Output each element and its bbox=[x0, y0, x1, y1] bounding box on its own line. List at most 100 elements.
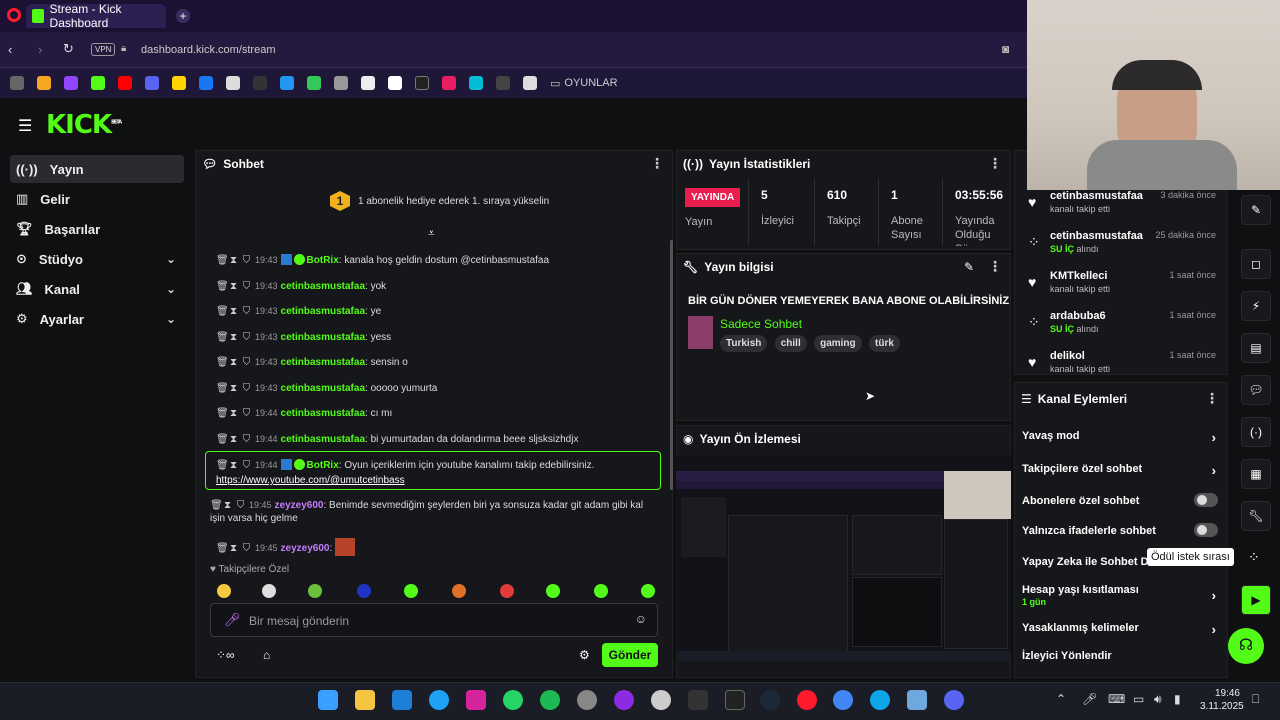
action-raid[interactable]: İzleyici Yönlendir bbox=[1022, 650, 1222, 662]
chat-message[interactable]: 🗑︎⧗ ⛉ 19:43 cetinbasmustafaa: ooooo yumurta bbox=[216, 382, 666, 395]
spotify-icon[interactable] bbox=[540, 690, 560, 710]
kick-logo[interactable]: KICKBETA bbox=[46, 110, 122, 140]
support-button[interactable]: ☊ bbox=[1228, 628, 1264, 664]
microphone-icon[interactable]: 🎤︎ bbox=[1082, 692, 1097, 706]
youtube-icon[interactable] bbox=[118, 76, 132, 90]
battery-icon[interactable]: ▮ bbox=[1174, 692, 1181, 706]
app-icon[interactable] bbox=[577, 690, 597, 710]
emote[interactable] bbox=[308, 584, 322, 598]
epic-games-icon[interactable] bbox=[725, 690, 745, 710]
bookmark-icon[interactable] bbox=[253, 76, 267, 90]
app-icon[interactable] bbox=[651, 690, 671, 710]
bookmark-icon[interactable] bbox=[469, 76, 483, 90]
tray-chevron-icon[interactable]: ⌃ bbox=[1056, 692, 1066, 706]
instagram-icon[interactable] bbox=[466, 690, 486, 710]
tag[interactable]: Turkish bbox=[720, 335, 768, 352]
emote[interactable] bbox=[500, 584, 514, 598]
bookmark-icon[interactable] bbox=[415, 76, 429, 90]
bookmark-icon[interactable] bbox=[388, 76, 402, 90]
settings-icon[interactable]: ⚙︎ bbox=[579, 648, 590, 662]
edit-icon[interactable]: ✎ bbox=[964, 260, 974, 274]
send-button[interactable]: Gönder bbox=[602, 643, 658, 667]
chat-button[interactable]: 💬︎ bbox=[1241, 375, 1271, 405]
notification-icon[interactable]: ⎕ bbox=[1252, 692, 1259, 707]
emote[interactable] bbox=[357, 584, 371, 598]
tag[interactable]: gaming bbox=[814, 335, 862, 352]
action-emotes-only[interactable]: Yalnızca ifadelerle sohbet bbox=[1022, 523, 1222, 537]
facebook-icon[interactable] bbox=[199, 76, 213, 90]
back-icon[interactable]: ‹ bbox=[8, 42, 12, 57]
bookmark-folder[interactable]: ▭ OYUNLAR bbox=[550, 77, 618, 90]
display-icon[interactable]: ▭ bbox=[1133, 692, 1144, 706]
steam-icon[interactable] bbox=[760, 690, 780, 710]
kick-icon[interactable] bbox=[91, 76, 105, 90]
action-account-age[interactable]: Hesap yaşı kısıtlaması 1 gün › bbox=[1022, 584, 1222, 607]
epic-games-icon[interactable] bbox=[688, 690, 708, 710]
reload-icon[interactable]: ↻ bbox=[63, 41, 74, 57]
kebab-menu-icon[interactable]: ⋮ bbox=[1205, 390, 1219, 407]
clock[interactable]: 19:46 3.11.2025 bbox=[1200, 687, 1244, 713]
file-explorer-icon[interactable] bbox=[355, 690, 375, 710]
chat-message[interactable]: 🗑︎⧗ ⛉ 19:44 cetinbasmustafaa: cı mı bbox=[216, 407, 666, 420]
bookmark-icon[interactable] bbox=[280, 76, 294, 90]
bookmark-icon[interactable] bbox=[307, 76, 321, 90]
volume-icon[interactable]: 🔊︎ bbox=[1154, 692, 1162, 707]
tag[interactable]: türk bbox=[869, 335, 900, 352]
emoji-icon[interactable]: ☺ bbox=[635, 612, 647, 626]
app-icon[interactable] bbox=[614, 690, 634, 710]
pin-icon[interactable]: ⩡ bbox=[428, 226, 435, 241]
whatsapp-icon[interactable] bbox=[503, 690, 523, 710]
sidebar-item-basarilar[interactable]: 🏆︎ Başarılar bbox=[10, 215, 184, 243]
action-followers-only[interactable]: Takipçilere özel sohbet › bbox=[1022, 463, 1222, 478]
notes-button[interactable]: ▤ bbox=[1241, 333, 1271, 363]
bookmark-icon[interactable] bbox=[10, 76, 24, 90]
twitter-icon[interactable] bbox=[429, 690, 449, 710]
emote[interactable] bbox=[404, 584, 418, 598]
reward-queue-icon[interactable]: ⁘ bbox=[1248, 549, 1260, 566]
chat-message[interactable]: 🗑︎⧗ ⛉ 19:43 cetinbasmustafaa: yess bbox=[216, 331, 666, 344]
stream-preview-video[interactable] bbox=[676, 455, 1011, 661]
tag[interactable]: chill bbox=[774, 335, 807, 352]
action-banned-words[interactable]: Yasaklanmış kelimeler › bbox=[1022, 622, 1222, 637]
store-icon[interactable]: ⌂ bbox=[263, 648, 270, 662]
emote[interactable] bbox=[546, 584, 560, 598]
hamburger-menu-icon[interactable]: ☰ bbox=[18, 116, 32, 136]
edit-button[interactable]: ✎ bbox=[1241, 195, 1271, 225]
bookmark-icon[interactable] bbox=[334, 76, 348, 90]
chat-message[interactable]: 🗑︎⧗ ⛉ 19:43 cetinbasmustafaa: sensin o bbox=[216, 356, 666, 369]
opera-logo-icon[interactable] bbox=[7, 8, 21, 22]
chat-message[interactable]: 🗑︎⧗ ⛉ 19:44 cetinbasmustafaa: bi yumurtadan… bbox=[216, 433, 666, 446]
microphone-icon[interactable]: 🎤︎ bbox=[224, 612, 241, 628]
toggle-switch[interactable] bbox=[1194, 493, 1218, 507]
emote[interactable] bbox=[594, 584, 608, 598]
sidebar-item-studyo[interactable]: ⊙ Stüdyo ⌄ bbox=[10, 245, 184, 273]
browser-tab[interactable]: Stream - Kick Dashboard bbox=[26, 2, 166, 30]
kebab-menu-icon[interactable]: ⋮ bbox=[650, 155, 664, 172]
chat-scrollbar[interactable] bbox=[670, 240, 673, 490]
kebab-menu-icon[interactable]: ⋮ bbox=[988, 155, 1002, 172]
emote[interactable] bbox=[641, 584, 655, 598]
emote[interactable] bbox=[262, 584, 276, 598]
action-subscribers-only[interactable]: Abonelere özel sohbet bbox=[1022, 493, 1222, 507]
bookmark-icon[interactable] bbox=[496, 76, 510, 90]
twitch-icon[interactable] bbox=[64, 76, 78, 90]
outlook-icon[interactable] bbox=[392, 690, 412, 710]
new-tab-icon[interactable]: + bbox=[176, 9, 190, 23]
chat-message[interactable]: 🗑︎⧗ ⛉ 19:45 zeyzey600: bbox=[216, 538, 666, 556]
category-link[interactable]: Sadece Sohbet bbox=[720, 317, 802, 331]
discord-icon[interactable] bbox=[944, 690, 964, 710]
vpn-badge[interactable]: VPN bbox=[91, 43, 116, 56]
bookmark-icon[interactable] bbox=[361, 76, 375, 90]
bookmark-icon[interactable] bbox=[442, 76, 456, 90]
layout-button[interactable]: ▦ bbox=[1241, 459, 1271, 489]
lightning-button[interactable]: ⚡︎ bbox=[1241, 291, 1271, 321]
wrench-button[interactable]: 🔧︎ bbox=[1241, 501, 1271, 531]
url-field[interactable]: dashboard.kick.com/stream bbox=[141, 44, 276, 56]
chrome-icon[interactable] bbox=[833, 690, 853, 710]
sidebar-item-yayin[interactable]: ((·)) Yayın bbox=[10, 155, 184, 183]
chat-message[interactable]: 🗑︎⧗ ⛉ 19:43 cetinbasmustafaa: yok bbox=[216, 280, 666, 293]
camera-icon[interactable]: ◙ bbox=[1002, 42, 1009, 56]
action-slow-mode[interactable]: Yavaş mod › bbox=[1022, 430, 1222, 445]
discord-icon[interactable] bbox=[145, 76, 159, 90]
emote[interactable] bbox=[217, 584, 231, 598]
